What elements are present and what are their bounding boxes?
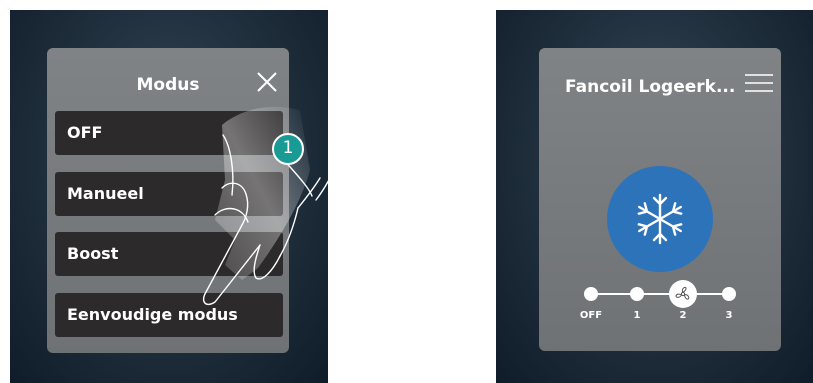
cooling-mode-button[interactable]	[607, 166, 713, 272]
fancoil-title: Fancoil Logeerk...	[565, 77, 736, 97]
mode-screen: Modus OFF Manueel Boost Eenvoudige modus	[10, 10, 328, 383]
menu-button[interactable]	[743, 68, 775, 98]
snowflake-icon	[637, 193, 683, 245]
close-icon	[257, 72, 277, 92]
mode-option-off[interactable]: OFF	[55, 111, 283, 155]
fan-speed-label-2: 2	[679, 310, 687, 321]
fan-speed-label-off: OFF	[579, 310, 603, 321]
fan-icon	[675, 286, 690, 300]
hamburger-menu-icon	[745, 74, 773, 92]
fan-speed-track	[591, 293, 733, 295]
fan-speed-label-1: 1	[633, 310, 641, 321]
fan-speed-label-3: 3	[725, 310, 733, 321]
step-number-badge: 1	[272, 133, 304, 165]
fancoil-panel: Fancoil Logeerk... OFF 1 2 3	[539, 48, 781, 351]
mode-option-manual[interactable]: Manueel	[55, 172, 283, 216]
fan-speed-off-dot[interactable]	[584, 287, 598, 301]
fancoil-screen: Fancoil Logeerk... OFF 1 2 3	[496, 10, 813, 383]
mode-option-simple[interactable]: Eenvoudige modus	[55, 293, 283, 337]
fan-speed-1-dot[interactable]	[630, 287, 644, 301]
mode-selection-panel: Modus OFF Manueel Boost Eenvoudige modus	[47, 48, 289, 353]
fan-speed-slider-handle[interactable]	[669, 280, 697, 308]
mode-option-boost[interactable]: Boost	[55, 232, 283, 276]
close-button[interactable]	[253, 68, 281, 96]
fan-speed-3-dot[interactable]	[722, 287, 736, 301]
